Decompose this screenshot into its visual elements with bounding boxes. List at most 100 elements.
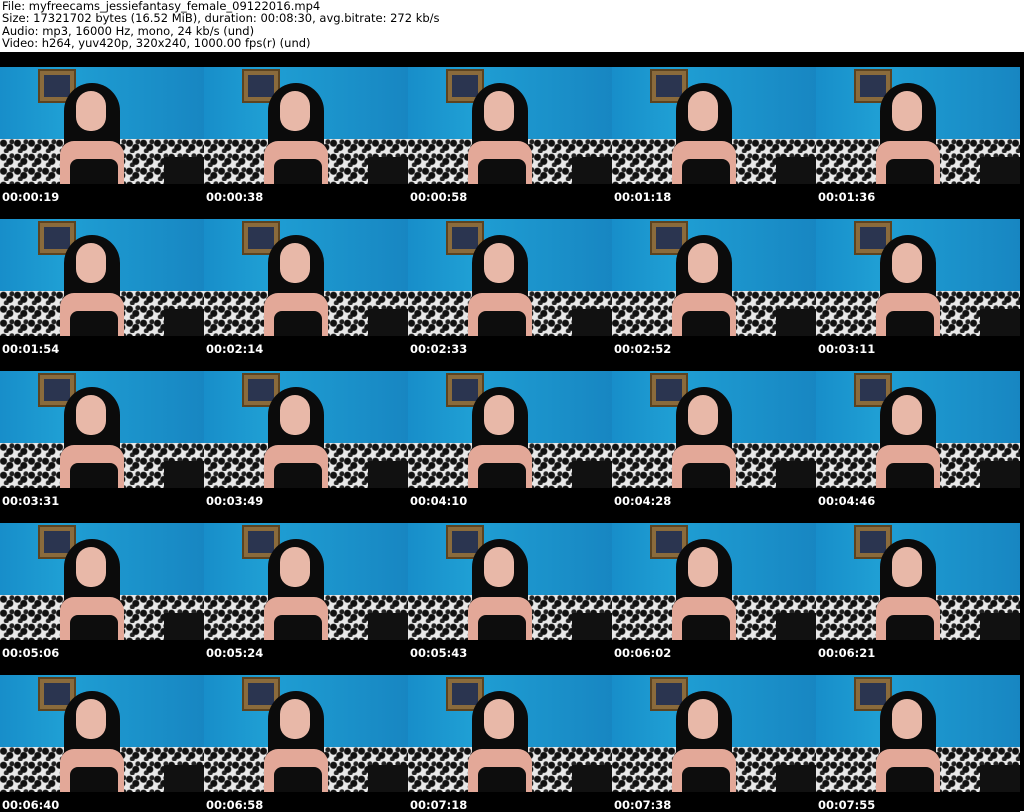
thumbnail-couch-dark <box>164 461 204 488</box>
thumbnail-face <box>892 91 922 131</box>
thumbnail-cell: 00:02:52 <box>612 204 816 356</box>
thumbnail-couch-dark <box>164 157 204 184</box>
thumbnail-face <box>76 699 106 739</box>
thumbnail-image <box>612 219 816 336</box>
thumbnail-image <box>408 67 612 184</box>
thumbnail-cell: 00:06:21 <box>816 508 1020 660</box>
thumbnail-timestamp: 00:05:43 <box>410 646 468 660</box>
thumbnail-cell: 00:03:31 <box>0 356 204 508</box>
thumbnail-couch-dark <box>368 157 408 184</box>
thumbnail-cell: 00:04:46 <box>816 356 1020 508</box>
thumbnail-timestamp: 00:03:11 <box>818 342 876 356</box>
thumbnail-top <box>886 767 934 792</box>
thumbnail-grid: 00:00:19 00:00:38 00:00:58 00:01:18 00:01:36… <box>0 52 1024 812</box>
thumbnail-cell: 00:04:10 <box>408 356 612 508</box>
thumbnail-face <box>280 547 310 587</box>
thumbnail-timestamp: 00:02:33 <box>410 342 468 356</box>
thumbnail-cell: 00:00:19 <box>0 52 204 204</box>
thumbnail-timestamp: 00:00:58 <box>410 190 468 204</box>
thumbnail-face <box>484 395 514 435</box>
thumbnail-top <box>274 159 322 184</box>
thumbnail-image <box>816 523 1020 640</box>
thumbnail-image <box>0 219 204 336</box>
thumbnail-top <box>478 463 526 488</box>
thumbnail-cell: 00:07:18 <box>408 660 612 812</box>
thumbnail-face <box>484 699 514 739</box>
thumbnail-couch-dark <box>572 613 612 640</box>
thumbnail-cell: 00:07:38 <box>612 660 816 812</box>
thumbnail-image <box>408 675 612 792</box>
thumbnail-image <box>0 67 204 184</box>
thumbnail-cell: 00:03:11 <box>816 204 1020 356</box>
thumbnail-cell: 00:06:58 <box>204 660 408 812</box>
thumbnail-cell: 00:03:49 <box>204 356 408 508</box>
thumbnail-cell: 00:06:40 <box>0 660 204 812</box>
thumbnail-cell: 00:01:36 <box>816 52 1020 204</box>
thumbnail-face <box>688 243 718 283</box>
thumbnail-top <box>682 615 730 640</box>
thumbnail-timestamp: 00:01:36 <box>818 190 876 204</box>
thumbnail-image <box>816 675 1020 792</box>
thumbnail-top <box>70 767 118 792</box>
thumbnail-image <box>612 523 816 640</box>
thumbnail-image <box>408 219 612 336</box>
thumbnail-face <box>280 699 310 739</box>
thumbnail-top <box>478 615 526 640</box>
thumbnail-cell: 00:02:14 <box>204 204 408 356</box>
thumbnail-cell: 00:06:02 <box>612 508 816 660</box>
thumbnail-top <box>886 311 934 336</box>
thumbnail-face <box>688 395 718 435</box>
thumbnail-cell: 00:05:06 <box>0 508 204 660</box>
thumbnail-top <box>274 463 322 488</box>
thumbnail-face <box>688 547 718 587</box>
thumbnail-top <box>70 311 118 336</box>
thumbnail-couch-dark <box>980 613 1020 640</box>
thumbnail-cell: 00:07:55 <box>816 660 1020 812</box>
thumbnail-cell: 00:01:18 <box>612 52 816 204</box>
thumbnail-image <box>816 371 1020 488</box>
thumbnail-face <box>76 91 106 131</box>
thumbnail-face <box>892 395 922 435</box>
thumbnail-image <box>204 523 408 640</box>
thumbnail-timestamp: 00:03:49 <box>206 494 264 508</box>
thumbnail-couch-dark <box>776 765 816 792</box>
thumbnail-timestamp: 00:06:02 <box>614 646 672 660</box>
thumbnail-timestamp: 00:05:06 <box>2 646 60 660</box>
thumbnail-timestamp: 00:00:38 <box>206 190 264 204</box>
thumbnail-timestamp: 00:03:31 <box>2 494 60 508</box>
thumbnail-cell: 00:02:33 <box>408 204 612 356</box>
thumbnail-timestamp: 00:06:21 <box>818 646 876 660</box>
thumbnail-face <box>892 699 922 739</box>
thumbnail-timestamp: 00:02:14 <box>206 342 264 356</box>
thumbnail-face <box>76 547 106 587</box>
thumbnail-face <box>688 91 718 131</box>
thumbnail-couch-dark <box>980 309 1020 336</box>
thumbnail-face <box>280 243 310 283</box>
thumbnail-couch-dark <box>776 461 816 488</box>
thumbnail-top <box>70 463 118 488</box>
thumbnail-cell: 00:04:28 <box>612 356 816 508</box>
thumbnail-face <box>484 91 514 131</box>
thumbnail-couch-dark <box>368 309 408 336</box>
thumbnail-image <box>204 219 408 336</box>
thumbnail-timestamp: 00:04:10 <box>410 494 468 508</box>
thumbnail-top <box>682 159 730 184</box>
thumbnail-timestamp: 00:07:18 <box>410 798 468 812</box>
thumbnail-timestamp: 00:06:40 <box>2 798 60 812</box>
thumbnail-couch-dark <box>572 309 612 336</box>
thumbnail-timestamp: 00:02:52 <box>614 342 672 356</box>
thumbnail-image <box>0 523 204 640</box>
thumbnail-image <box>612 371 816 488</box>
thumbnail-face <box>280 395 310 435</box>
thumbnail-cell: 00:05:43 <box>408 508 612 660</box>
thumbnail-image <box>0 675 204 792</box>
thumbnail-face <box>76 395 106 435</box>
thumbnail-cell: 00:01:54 <box>0 204 204 356</box>
file-size-line: Size: 17321702 bytes (16.52 MiB), durati… <box>2 11 440 26</box>
thumbnail-couch-dark <box>572 157 612 184</box>
thumbnail-couch-dark <box>368 613 408 640</box>
thumbnail-timestamp: 00:07:38 <box>614 798 672 812</box>
thumbnail-top <box>274 311 322 336</box>
thumbnail-timestamp: 00:01:18 <box>614 190 672 204</box>
thumbnail-top <box>682 463 730 488</box>
